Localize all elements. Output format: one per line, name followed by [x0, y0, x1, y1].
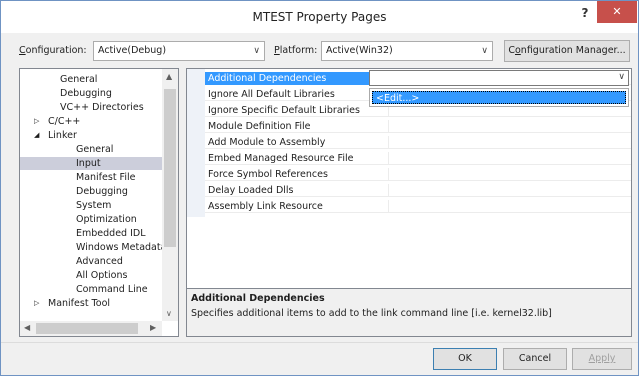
tree-item-label: General [76, 144, 114, 155]
chevron-down-icon: ∨ [481, 46, 488, 56]
configuration-value: Active(Debug) [98, 45, 167, 56]
tree-item[interactable]: ◢ Linker [20, 129, 162, 142]
arrow-up-icon[interactable]: ▲ [166, 72, 172, 81]
tree-horizontal-scroll-thumb[interactable] [36, 323, 138, 334]
description-panel: Additional Dependencies Specifies additi… [186, 289, 632, 337]
tree-item[interactable]: Command Line [20, 283, 162, 296]
platform-value: Active(Win32) [326, 45, 393, 56]
edit-option[interactable]: <Edit...> [372, 91, 626, 104]
tree-item-label: Command Line [76, 284, 148, 295]
close-button[interactable]: ✕ [597, 1, 637, 23]
tree-item[interactable]: Windows Metadata [20, 241, 166, 254]
property-name: Module Definition File [208, 121, 311, 132]
tree-item-label: C/C++ [48, 116, 81, 127]
arrow-down-icon[interactable]: ∨ [166, 309, 172, 318]
grid-gutter [187, 69, 205, 217]
close-icon: ✕ [612, 5, 622, 18]
configuration-manager-button[interactable]: Configuration Manager... [504, 40, 630, 62]
tree-item-label: Debugging [76, 186, 128, 197]
configuration-dropdown[interactable]: Active(Debug) ∨ [93, 41, 265, 61]
footer-separator [1, 342, 638, 343]
tree-item[interactable]: General [20, 143, 162, 156]
tree-item[interactable]: ▷ Manifest Tool [20, 297, 162, 310]
tree-item-label: Manifest File [76, 172, 136, 183]
tree-item[interactable]: Advanced [20, 255, 162, 268]
tree-item[interactable]: VC++ Directories [20, 101, 162, 114]
property-value[interactable] [388, 168, 631, 181]
expand-icon[interactable]: ▷ [34, 297, 39, 310]
tree-item-label: System [76, 200, 112, 211]
value-dropdown[interactable]: ∨ [369, 70, 629, 86]
tree-item-label: General [60, 74, 98, 85]
tree-vertical-scrollbar[interactable]: ▲ ∨ [162, 69, 178, 321]
tree-item[interactable]: Optimization [20, 213, 162, 226]
window-title: MTEST Property Pages [252, 10, 387, 24]
property-name: Delay Loaded Dlls [208, 185, 294, 196]
property-name: Force Symbol References [208, 169, 328, 180]
tree-item[interactable]: ▷ C/C++ [20, 115, 162, 128]
property-value[interactable] [388, 120, 631, 133]
arrow-right-icon[interactable]: ▶ [150, 323, 156, 332]
tree-item-label: Embedded IDL [76, 228, 146, 239]
property-row[interactable]: Force Symbol References [205, 168, 631, 181]
platform-label: Platform: [274, 45, 318, 56]
tree-item[interactable]: General [20, 73, 162, 86]
tree-item-label: VC++ Directories [60, 102, 144, 113]
tree-item[interactable]: Manifest File [20, 171, 162, 184]
cancel-button[interactable]: Cancel [503, 348, 567, 370]
tree-item[interactable]: Embedded IDL [20, 227, 162, 240]
tree-item[interactable]: Input [20, 157, 162, 170]
property-row[interactable]: Embed Managed Resource File [205, 152, 631, 165]
collapse-icon[interactable]: ◢ [34, 129, 39, 142]
description-text: Specifies additional items to add to the… [191, 308, 552, 319]
tree-item[interactable]: Debugging [20, 185, 162, 198]
tree-item[interactable]: Debugging [20, 87, 162, 100]
tree-item-label: All Options [76, 270, 128, 281]
value-dropdown-list: <Edit...> [369, 88, 629, 107]
configuration-label: Configuration: [19, 45, 87, 56]
tree-item-label: Debugging [60, 88, 112, 99]
tree-item[interactable]: All Options [20, 269, 162, 282]
tree-vertical-scroll-thumb[interactable] [164, 89, 176, 247]
platform-dropdown[interactable]: Active(Win32) ∨ [321, 41, 493, 61]
category-tree[interactable]: General Debugging VC++ Directories ▷ C/C++ ◢ L… [19, 68, 179, 337]
arrow-left-icon[interactable]: ◀ [24, 323, 30, 332]
description-title: Additional Dependencies [191, 293, 325, 304]
property-row[interactable]: Assembly Link Resource [205, 200, 631, 213]
help-button[interactable]: ? [574, 3, 596, 23]
property-pages-dialog: MTEST Property Pages ? ✕ Configuration: … [0, 0, 639, 376]
property-name: Ignore All Default Libraries [208, 89, 335, 100]
tree-item-label: Optimization [76, 214, 137, 225]
chevron-down-icon: ∨ [253, 46, 260, 56]
chevron-down-icon[interactable]: ∨ [618, 72, 625, 82]
apply-button[interactable]: Apply [572, 348, 632, 370]
title-bar: MTEST Property Pages ? ✕ [1, 1, 638, 33]
property-name: Embed Managed Resource File [208, 153, 354, 164]
property-name: Assembly Link Resource [208, 201, 323, 212]
tree-item-label: Manifest Tool [48, 298, 111, 309]
property-row[interactable]: Module Definition File [205, 120, 631, 133]
tree-item-label: Windows Metadata [76, 242, 167, 253]
tree-item-label: Linker [48, 130, 77, 141]
tree-horizontal-scrollbar[interactable]: ◀ ▶ [20, 321, 162, 336]
property-value[interactable] [388, 200, 631, 213]
property-name: Ignore Specific Default Libraries [208, 105, 360, 116]
property-name: Add Module to Assembly [208, 137, 326, 148]
property-value[interactable] [388, 136, 631, 149]
property-value[interactable] [388, 152, 631, 165]
tree-item-label: Advanced [76, 256, 123, 267]
property-name: Additional Dependencies [208, 73, 327, 84]
tree-item-label: Input [76, 158, 101, 169]
property-row[interactable]: Add Module to Assembly [205, 136, 631, 149]
property-value[interactable] [388, 184, 631, 197]
tree-item[interactable]: System [20, 199, 162, 212]
property-row[interactable]: Delay Loaded Dlls [205, 184, 631, 197]
ok-button[interactable]: OK [433, 348, 497, 370]
expand-icon[interactable]: ▷ [34, 115, 39, 128]
